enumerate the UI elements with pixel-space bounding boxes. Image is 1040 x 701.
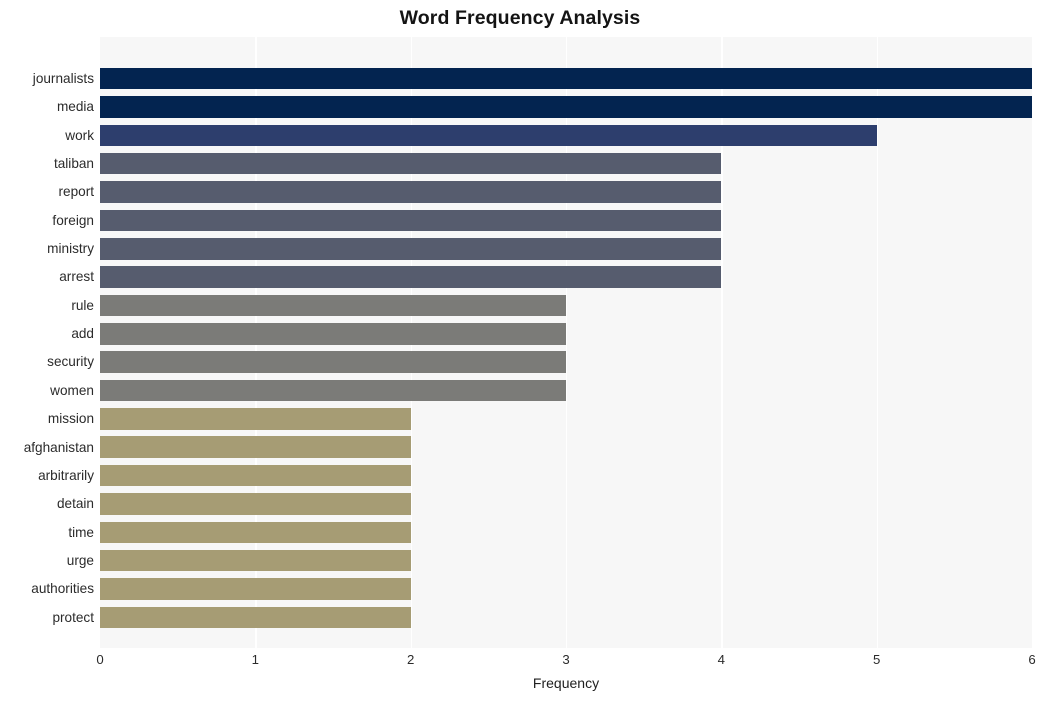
y-tick-label-taliban: taliban — [53, 156, 94, 172]
x-tick-label-2: 2 — [406, 652, 415, 667]
bar-ministry[interactable] — [100, 238, 722, 260]
y-tick-label-work: work — [65, 127, 94, 143]
bar-report[interactable] — [100, 181, 722, 203]
x-tick-label-4: 4 — [717, 652, 725, 667]
y-tick-label-foreign: foreign — [52, 212, 94, 228]
bar-add[interactable] — [100, 323, 566, 345]
bar-row — [100, 405, 1032, 433]
x-tick-label-6: 6 — [1028, 652, 1036, 667]
bar-arrest[interactable] — [100, 266, 722, 288]
bar-row — [100, 65, 1032, 93]
y-tick-label-journalists: journalists — [32, 70, 94, 86]
y-tick-label-protect: protect — [52, 609, 94, 625]
bar-row — [100, 320, 1032, 348]
y-tick-label-ministry: ministry — [47, 241, 94, 257]
bar-authorities[interactable] — [100, 578, 411, 600]
y-tick-label-arrest: arrest — [59, 269, 94, 285]
y-tick-label-security: security — [47, 354, 94, 370]
y-tick-label-urge: urge — [66, 552, 94, 568]
bar-media[interactable] — [100, 96, 1032, 118]
x-tick-label-0: 0 — [96, 652, 104, 667]
bar-journalists[interactable] — [100, 67, 1032, 90]
bar-row — [100, 178, 1032, 206]
y-tick-label-media: media — [56, 99, 94, 115]
bar-row — [100, 603, 1032, 631]
y-tick-label-add: add — [71, 326, 94, 342]
bar-afghanistan[interactable] — [100, 436, 411, 459]
bar-row — [100, 207, 1032, 235]
bar-protect[interactable] — [100, 606, 411, 629]
y-tick-label-authorities: authorities — [31, 581, 94, 597]
bar-arbitrarily[interactable] — [100, 464, 411, 487]
bar-detain[interactable] — [100, 493, 411, 515]
x-tick-label-1: 1 — [251, 652, 259, 667]
y-tick-label-afghanistan: afghanistan — [23, 439, 94, 455]
x-tick-label-5: 5 — [872, 652, 881, 667]
bar-urge[interactable] — [100, 549, 411, 572]
bar-row — [100, 490, 1032, 518]
bar-row — [100, 93, 1032, 121]
bar-row — [100, 462, 1032, 490]
bar-row — [100, 547, 1032, 575]
chart-title: Word Frequency Analysis — [399, 7, 641, 29]
bar-row — [100, 433, 1032, 461]
x-tick-label-3: 3 — [562, 652, 570, 667]
x-axis-tick-labels: 0 1 2 3 4 5 6 — [96, 652, 1036, 672]
y-tick-label-arbitrarily: arbitrarily — [38, 467, 94, 483]
bar-row — [100, 235, 1032, 263]
word-frequency-chart: Word Frequency Analysis journalists media… — [0, 0, 1040, 701]
bar-foreign[interactable] — [100, 209, 722, 232]
bar-row — [100, 150, 1032, 178]
bar-row — [100, 121, 1032, 149]
x-axis-title: Frequency — [532, 675, 600, 691]
bar-taliban[interactable] — [100, 152, 722, 175]
bar-row — [100, 518, 1032, 546]
bar-row — [100, 263, 1032, 291]
y-axis-tick-labels: journalists media work taliban report foreign… — [0, 37, 94, 648]
bar-work[interactable] — [100, 124, 877, 147]
bar-row — [100, 575, 1032, 603]
y-tick-label-detain: detain — [56, 496, 94, 512]
bar-row — [100, 348, 1032, 376]
y-tick-label-women: women — [50, 382, 94, 398]
y-tick-label-time: time — [68, 524, 94, 540]
y-tick-label-rule: rule — [71, 297, 94, 313]
plot-area — [100, 37, 1032, 648]
bar-rule[interactable] — [100, 294, 566, 317]
bar-row — [100, 292, 1032, 320]
bar-women[interactable] — [100, 379, 566, 402]
y-tick-label-report: report — [58, 184, 94, 200]
bar-mission[interactable] — [100, 408, 411, 430]
bar-series — [100, 37, 1032, 648]
y-tick-label-mission: mission — [47, 411, 94, 427]
bar-time[interactable] — [100, 521, 411, 544]
bar-security[interactable] — [100, 351, 566, 373]
bar-row — [100, 377, 1032, 405]
